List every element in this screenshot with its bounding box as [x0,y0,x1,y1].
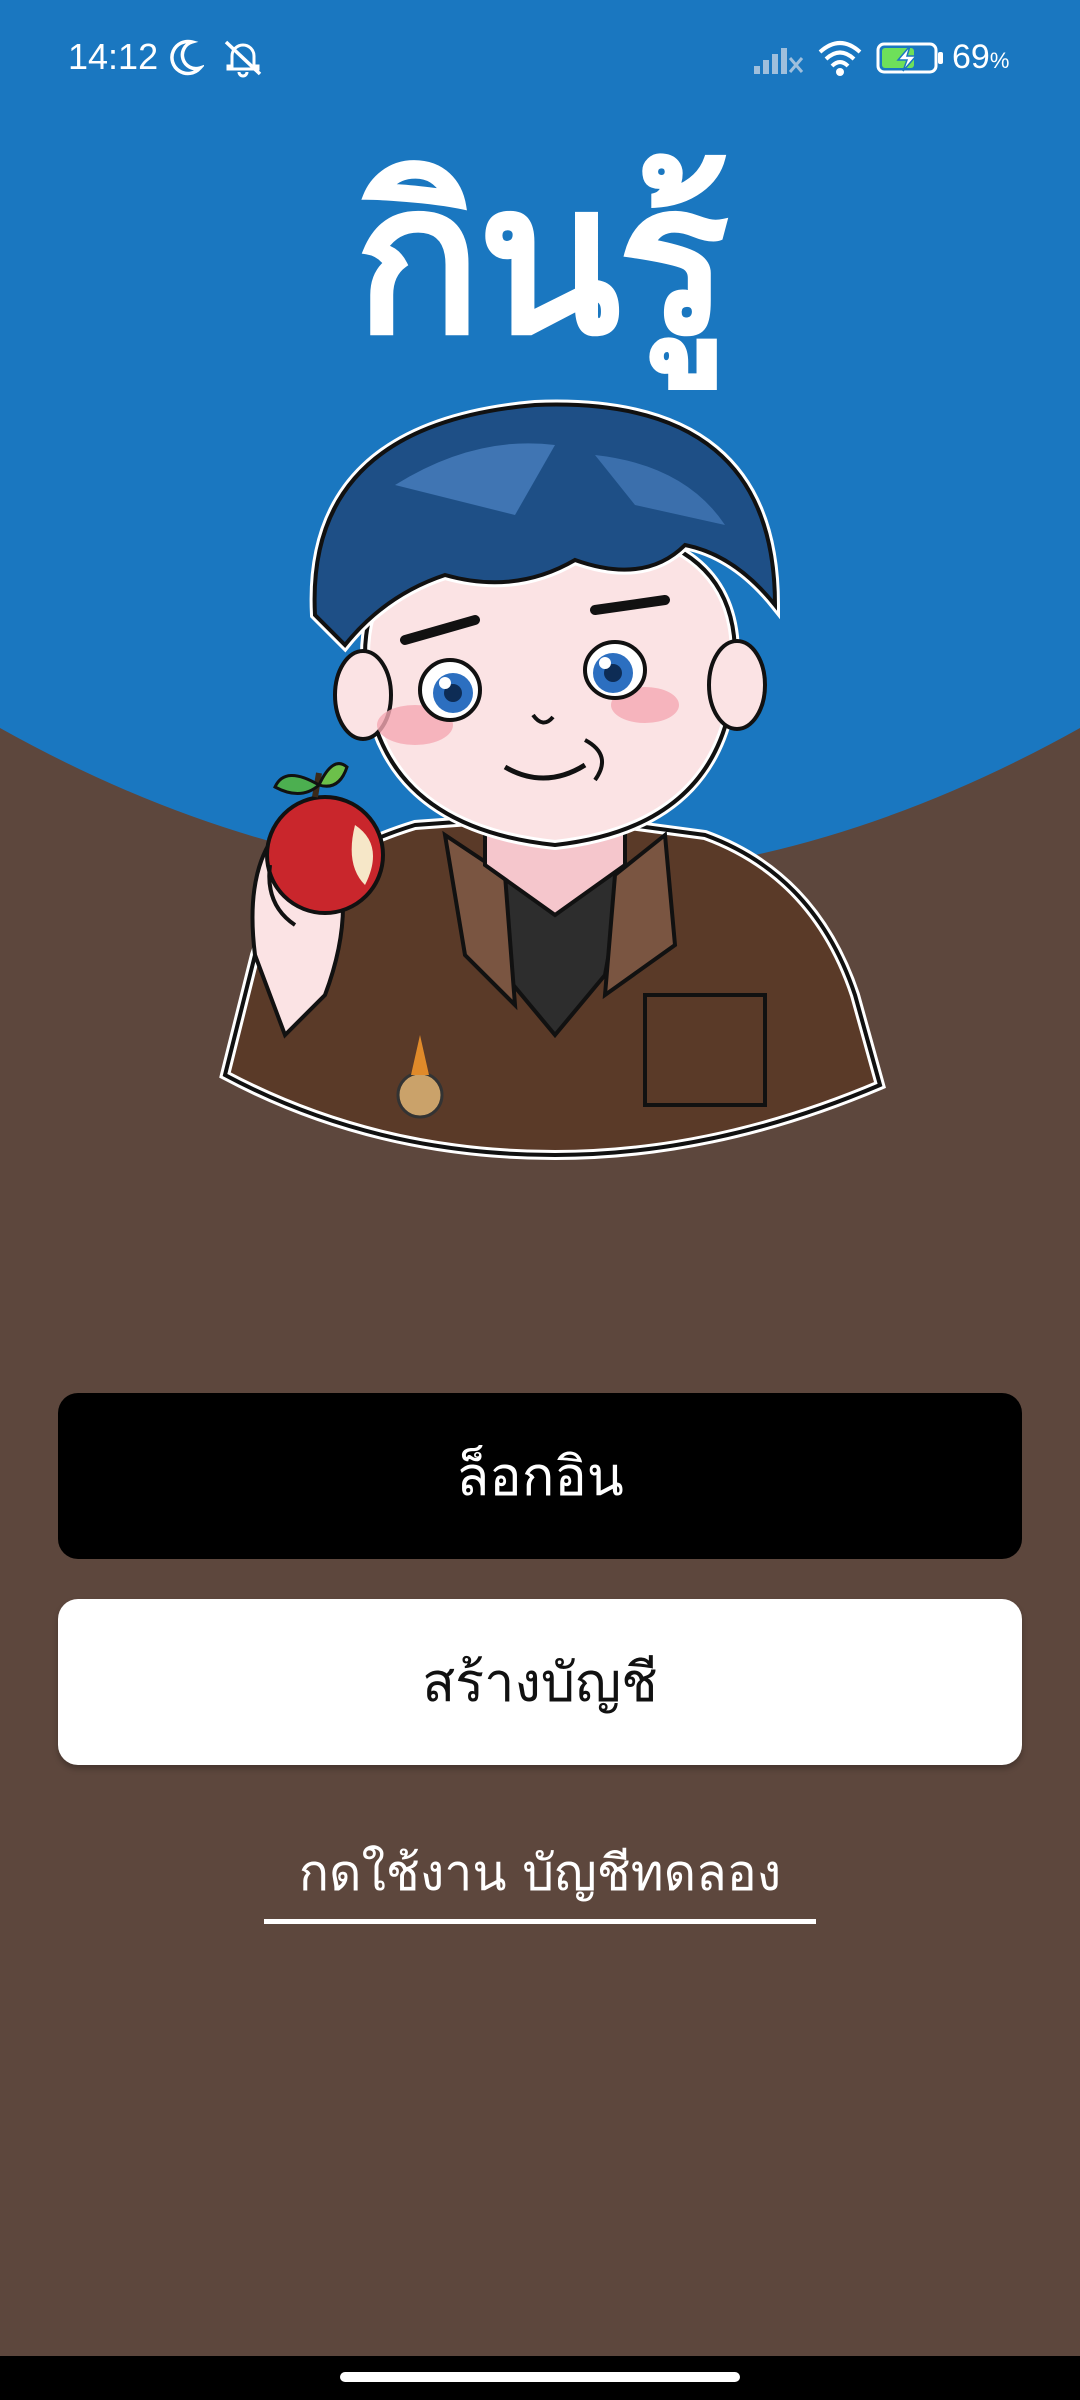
signal-icon [754,48,804,74]
create-account-button[interactable]: สร้างบัญชี [58,1599,1022,1765]
demo-account-link[interactable]: กดใช้งาน บัญชีทดลอง [264,1838,816,1924]
login-button[interactable]: ล็อกอิน [58,1393,1022,1559]
battery-percent: 69% [952,38,1010,76]
bell-muted-icon [224,40,262,78]
mascot-illustration [219,399,886,1161]
app-title: กินรู้ [354,137,730,382]
status-time: 14:12 [68,36,159,77]
battery-charging-icon [876,42,943,74]
moon-icon [170,39,204,76]
status-bar: 14:12 69% [0,0,1080,120]
wifi-icon [818,41,862,76]
home-indicator[interactable] [340,2372,740,2382]
navigation-bar [0,2356,1080,2400]
